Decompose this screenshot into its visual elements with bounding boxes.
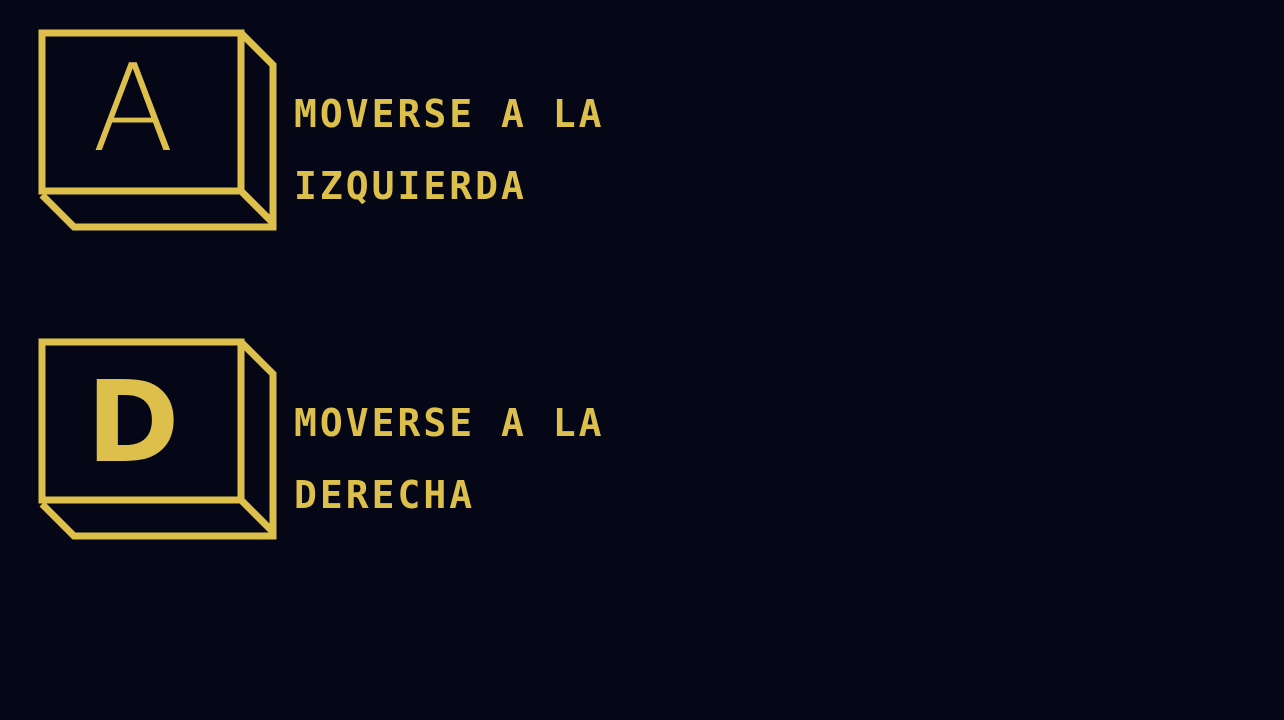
action-label-line-1: MOVERSE A LA [294, 92, 605, 136]
action-label-line-2: IZQUIERDA [294, 164, 527, 208]
key-letter: D [86, 358, 180, 488]
keycap-a: A [38, 28, 278, 234]
action-label-line-2: DERECHA [294, 473, 476, 517]
keycap-d: D [38, 337, 278, 543]
controls-screen: A MOVERSE A LA IZQUIERDA D MOVERSE A LA … [0, 0, 1284, 720]
key-letter: A [91, 40, 175, 179]
action-label-line-1: MOVERSE A LA [294, 401, 605, 445]
control-row-move-right: D MOVERSE A LA DERECHA [0, 337, 1284, 547]
action-label: MOVERSE A LA DERECHA [294, 387, 674, 531]
action-label: MOVERSE A LA IZQUIERDA [294, 78, 674, 222]
control-row-move-left: A MOVERSE A LA IZQUIERDA [0, 28, 1284, 238]
